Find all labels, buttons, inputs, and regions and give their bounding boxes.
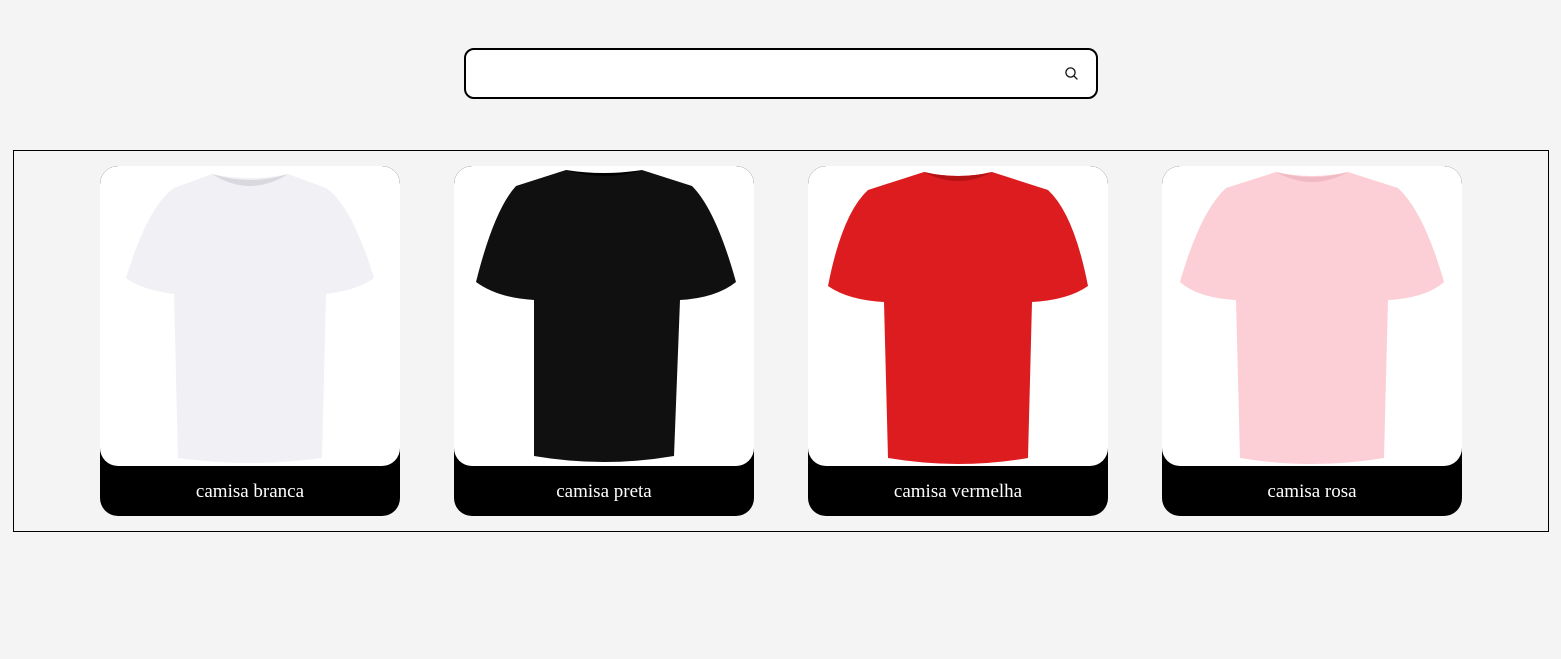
product-label: camisa branca: [195, 481, 305, 502]
product-image: [1162, 166, 1462, 466]
product-label: camisa rosa: [1267, 481, 1357, 502]
search-bar[interactable]: [464, 48, 1098, 99]
product-card-camisa-rosa[interactable]: camisa rosa: [1162, 166, 1462, 516]
product-image: [808, 166, 1108, 466]
search-input[interactable]: [476, 56, 1050, 93]
tshirt-image: [126, 174, 374, 463]
product-image: [454, 166, 754, 466]
search-icon[interactable]: [1063, 65, 1081, 83]
tshirt-image: [828, 172, 1088, 464]
product-card-camisa-branca[interactable]: camisa branca: [100, 166, 400, 516]
product-card-camisa-preta[interactable]: camisa preta: [454, 166, 754, 516]
product-card-camisa-vermelha[interactable]: camisa vermelha: [808, 166, 1108, 516]
product-label: camisa vermelha: [893, 481, 1023, 502]
tshirt-image: [1180, 172, 1444, 464]
product-label: camisa preta: [556, 481, 652, 502]
tshirt-image: [476, 170, 736, 462]
product-image: [100, 166, 400, 466]
product-grid: camisa branca camisa preta camisa vermel…: [13, 150, 1549, 532]
